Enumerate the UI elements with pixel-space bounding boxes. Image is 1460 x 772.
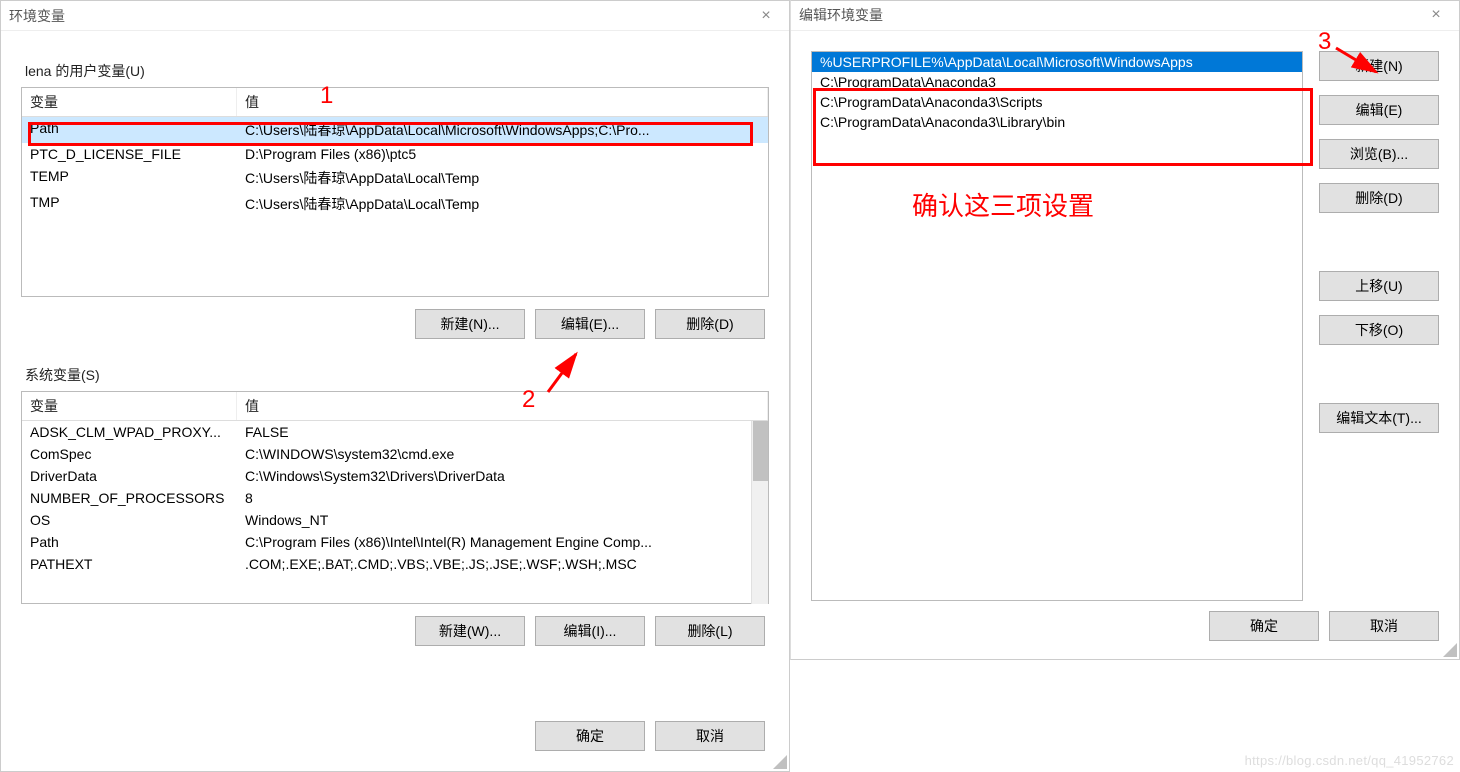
new-button[interactable]: 新建(N) xyxy=(1319,51,1439,81)
cell-var: NUMBER_OF_PROCESSORS xyxy=(22,489,237,507)
ok-button[interactable]: 确定 xyxy=(535,721,645,751)
titlebar-left: 环境变量 × xyxy=(1,1,789,31)
sys-vars-listbox[interactable]: 变量 值 ADSK_CLM_WPAD_PROXY... FALSE ComSpe… xyxy=(21,391,769,604)
cell-val: C:\Users\陆春琼\AppData\Local\Microsoft\Win… xyxy=(237,119,768,141)
list-item[interactable]: C:\ProgramData\Anaconda3 xyxy=(812,72,1302,92)
cell-val: C:\Program Files (x86)\Intel\Intel(R) Ma… xyxy=(237,533,768,551)
sys-vars-buttons: 新建(W)... 编辑(I)... 删除(L) xyxy=(21,604,769,652)
table-row[interactable]: TEMP C:\Users\陆春琼\AppData\Local\Temp xyxy=(22,165,768,191)
col-header-var[interactable]: 变量 xyxy=(22,392,237,420)
cell-val: 8 xyxy=(237,489,768,507)
new-user-var-button[interactable]: 新建(N)... xyxy=(415,309,525,339)
dialog-title: 编辑环境变量 xyxy=(799,5,883,25)
new-sys-var-button[interactable]: 新建(W)... xyxy=(415,616,525,646)
table-row[interactable]: ComSpec C:\WINDOWS\system32\cmd.exe xyxy=(22,443,768,465)
edit-button[interactable]: 编辑(E) xyxy=(1319,95,1439,125)
cell-val: Windows_NT xyxy=(237,511,768,529)
listbox-header: 变量 值 xyxy=(22,392,768,421)
cell-val: FALSE xyxy=(237,423,768,441)
sys-vars-label: 系统变量(S) xyxy=(25,365,769,385)
edit-env-var-dialog: 编辑环境变量 × %USERPROFILE%\AppData\Local\Mic… xyxy=(790,0,1460,660)
table-row[interactable]: PTC_D_LICENSE_FILE D:\Program Files (x86… xyxy=(22,143,768,165)
cell-val: C:\Users\陆春琼\AppData\Local\Temp xyxy=(237,193,768,215)
table-row[interactable]: ADSK_CLM_WPAD_PROXY... FALSE xyxy=(22,421,768,443)
user-vars-listbox[interactable]: 变量 值 Path C:\Users\陆春琼\AppData\Local\Mic… xyxy=(21,87,769,297)
del-user-var-button[interactable]: 删除(D) xyxy=(655,309,765,339)
delete-button[interactable]: 删除(D) xyxy=(1319,183,1439,213)
ok-button[interactable]: 确定 xyxy=(1209,611,1319,641)
cell-var: OS xyxy=(22,511,237,529)
cancel-button[interactable]: 取消 xyxy=(655,721,765,751)
table-row[interactable]: NUMBER_OF_PROCESSORS 8 xyxy=(22,487,768,509)
cell-var: TEMP xyxy=(22,167,237,189)
col-header-val[interactable]: 值 xyxy=(237,392,768,420)
user-vars-label: lena 的用户变量(U) xyxy=(25,61,769,81)
listbox-header: 变量 值 xyxy=(22,88,768,117)
cell-var: PTC_D_LICENSE_FILE xyxy=(22,145,237,163)
right-footer: 确定 取消 xyxy=(791,611,1459,659)
col-header-var[interactable]: 变量 xyxy=(22,88,237,116)
col-header-val[interactable]: 值 xyxy=(237,88,768,116)
del-sys-var-button[interactable]: 删除(L) xyxy=(655,616,765,646)
cancel-button[interactable]: 取消 xyxy=(1329,611,1439,641)
resize-grip-icon[interactable] xyxy=(1443,643,1457,657)
table-row[interactable]: Path C:\Users\陆春琼\AppData\Local\Microsof… xyxy=(22,117,768,143)
cell-var: ADSK_CLM_WPAD_PROXY... xyxy=(22,423,237,441)
cell-val: D:\Program Files (x86)\ptc5 xyxy=(237,145,768,163)
env-vars-dialog: 环境变量 × lena 的用户变量(U) 变量 值 Path C:\Users\… xyxy=(0,0,790,772)
sys-vars-body: ADSK_CLM_WPAD_PROXY... FALSE ComSpec C:\… xyxy=(22,421,768,604)
dialog-title: 环境变量 xyxy=(9,6,65,26)
cell-val: C:\Windows\System32\Drivers\DriverData xyxy=(237,467,768,485)
left-footer: 确定 取消 xyxy=(1,707,789,771)
table-row[interactable]: PATHEXT .COM;.EXE;.BAT;.CMD;.VBS;.VBE;.J… xyxy=(22,553,768,575)
list-item[interactable]: C:\ProgramData\Anaconda3\Scripts xyxy=(812,92,1302,112)
resize-grip-icon[interactable] xyxy=(773,755,787,769)
right-content: %USERPROFILE%\AppData\Local\Microsoft\Wi… xyxy=(791,31,1459,611)
move-down-button[interactable]: 下移(O) xyxy=(1319,315,1439,345)
titlebar-right: 编辑环境变量 × xyxy=(791,1,1459,31)
move-up-button[interactable]: 上移(U) xyxy=(1319,271,1439,301)
cell-var: TMP xyxy=(22,193,237,215)
close-icon[interactable]: × xyxy=(751,7,781,25)
edit-text-button[interactable]: 编辑文本(T)... xyxy=(1319,403,1439,433)
close-icon[interactable]: × xyxy=(1421,6,1451,24)
cell-var: Path xyxy=(22,533,237,551)
browse-button[interactable]: 浏览(B)... xyxy=(1319,139,1439,169)
right-buttons: 新建(N) 编辑(E) 浏览(B)... 删除(D) 上移(U) 下移(O) 编… xyxy=(1319,51,1439,601)
cell-var: Path xyxy=(22,119,237,141)
watermark-text: https://blog.csdn.net/qq_41952762 xyxy=(1245,753,1454,768)
path-list[interactable]: %USERPROFILE%\AppData\Local\Microsoft\Wi… xyxy=(811,51,1303,601)
user-vars-body: Path C:\Users\陆春琼\AppData\Local\Microsof… xyxy=(22,117,768,297)
scroll-thumb[interactable] xyxy=(753,421,768,481)
cell-var: DriverData xyxy=(22,467,237,485)
table-row[interactable]: TMP C:\Users\陆春琼\AppData\Local\Temp xyxy=(22,191,768,217)
cell-val: .COM;.EXE;.BAT;.CMD;.VBS;.VBE;.JS;.JSE;.… xyxy=(237,555,768,573)
list-item[interactable]: %USERPROFILE%\AppData\Local\Microsoft\Wi… xyxy=(812,52,1302,72)
table-row[interactable]: DriverData C:\Windows\System32\Drivers\D… xyxy=(22,465,768,487)
edit-user-var-button[interactable]: 编辑(E)... xyxy=(535,309,645,339)
left-content: lena 的用户变量(U) 变量 值 Path C:\Users\陆春琼\App… xyxy=(1,31,789,707)
cell-val: C:\Users\陆春琼\AppData\Local\Temp xyxy=(237,167,768,189)
cell-var: ComSpec xyxy=(22,445,237,463)
table-row[interactable]: Path C:\Program Files (x86)\Intel\Intel(… xyxy=(22,531,768,553)
user-vars-buttons: 新建(N)... 编辑(E)... 删除(D) xyxy=(21,297,769,345)
list-item[interactable]: C:\ProgramData\Anaconda3\Library\bin xyxy=(812,112,1302,132)
cell-var: PATHEXT xyxy=(22,555,237,573)
edit-sys-var-button[interactable]: 编辑(I)... xyxy=(535,616,645,646)
cell-val: C:\WINDOWS\system32\cmd.exe xyxy=(237,445,768,463)
scrollbar[interactable] xyxy=(751,421,768,604)
table-row[interactable]: OS Windows_NT xyxy=(22,509,768,531)
